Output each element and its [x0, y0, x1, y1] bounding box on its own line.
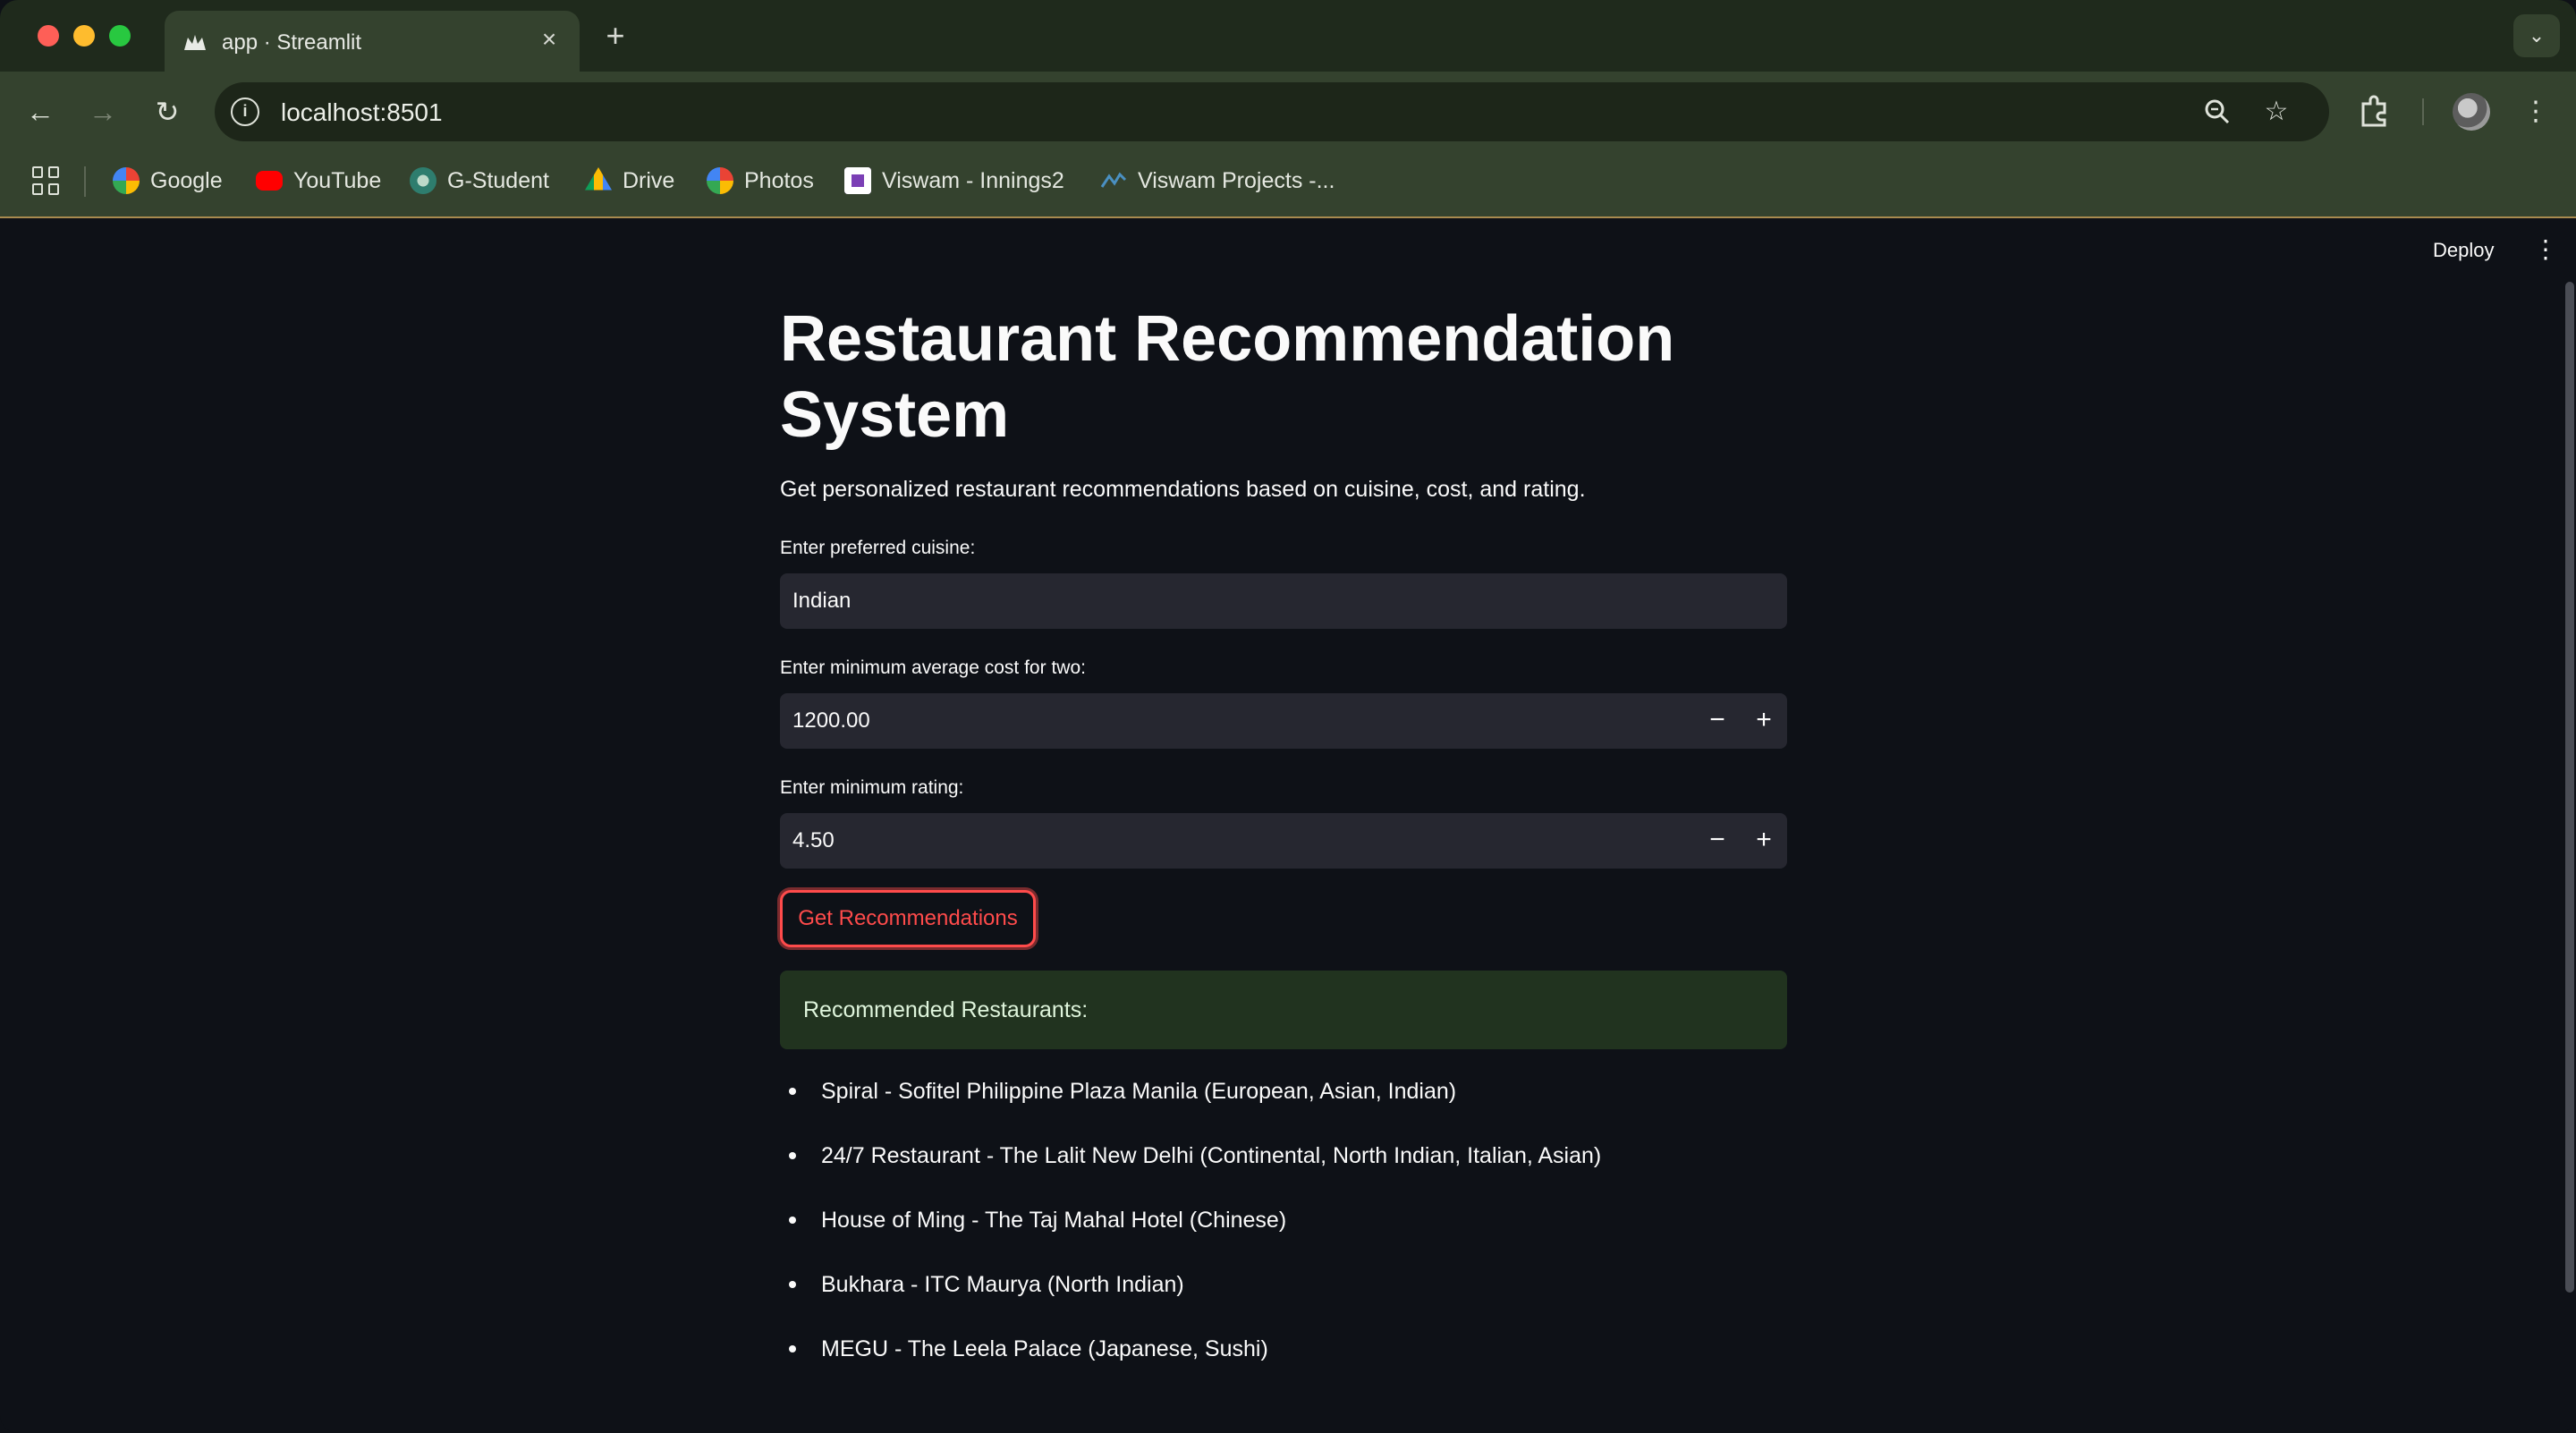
bookmark-google[interactable]: Google — [113, 163, 223, 199]
toolbar: ← → ↻ i localhost:8501 ☆ ⋮ — [0, 72, 2576, 152]
list-item: House of Ming - The Taj Mahal Hotel (Chi… — [780, 1207, 1789, 1271]
success-alert: Recommended Restaurants: — [780, 971, 1787, 1049]
viswam-icon — [844, 167, 871, 194]
toolbar-separator — [2422, 98, 2424, 125]
tab-search-button[interactable]: ⌄ — [2513, 14, 2560, 57]
list-item: Bukhara - ITC Maurya (North Indian) — [780, 1271, 1789, 1335]
google-icon — [113, 167, 140, 194]
main-menu-icon[interactable]: ⋮ — [2533, 233, 2558, 266]
browser-window: app · Streamlit × + ⌄ ← → ↻ i localhost:… — [0, 0, 2576, 1433]
extensions-icon[interactable] — [2354, 91, 2395, 132]
url-text[interactable]: localhost:8501 — [281, 98, 443, 127]
cost-number-input[interactable]: 1200.00 − + — [780, 693, 1787, 749]
rating-number-input[interactable]: 4.50 − + — [780, 813, 1787, 869]
cuisine-label: Enter preferred cuisine: — [780, 538, 976, 558]
site-info-icon[interactable]: i — [231, 98, 259, 126]
cost-increment-button[interactable]: + — [1741, 693, 1787, 749]
bookmark-star-icon[interactable]: ☆ — [2259, 95, 2293, 129]
page-title: Restaurant Recommendation System — [780, 303, 1675, 451]
tab-active[interactable]: app · Streamlit × — [165, 11, 580, 72]
get-recommendations-button[interactable]: Get Recommendations — [780, 890, 1036, 947]
back-button[interactable]: ← — [20, 91, 61, 132]
reload-button[interactable]: ↻ — [147, 91, 188, 132]
rating-increment-button[interactable]: + — [1741, 813, 1787, 869]
close-window-button[interactable] — [38, 25, 59, 47]
bookmark-photos[interactable]: Photos — [707, 163, 814, 199]
deploy-button[interactable]: Deploy — [2433, 239, 2494, 262]
browser-menu-icon[interactable]: ⋮ — [2515, 91, 2556, 132]
new-tab-button[interactable]: + — [597, 18, 633, 54]
close-tab-icon[interactable]: × — [533, 23, 565, 55]
bookmark-youtube[interactable]: YouTube — [256, 163, 381, 199]
zoom-icon[interactable] — [2200, 95, 2234, 129]
viswam-projects-icon — [1100, 172, 1127, 188]
tab-title: app · Streamlit — [222, 30, 362, 55]
cost-decrement-button[interactable]: − — [1694, 693, 1741, 749]
tab-strip: app · Streamlit × + ⌄ — [0, 0, 2576, 72]
minimize-window-button[interactable] — [73, 25, 95, 47]
cost-input-value[interactable]: 1200.00 — [792, 708, 870, 733]
maximize-window-button[interactable] — [109, 25, 131, 47]
bookmark-drive[interactable]: Drive — [585, 163, 674, 199]
streamlit-app: Deploy ⋮ Restaurant Recommendation Syste… — [0, 219, 2576, 1433]
alert-text: Recommended Restaurants: — [803, 997, 1089, 1022]
recommendation-list: Spiral - Sofitel Philippine Plaza Manila… — [780, 1078, 1789, 1400]
cuisine-input-value[interactable]: Indian — [792, 589, 851, 614]
bookmarks-bar: Google YouTube G-Student Drive Photos Vi… — [0, 152, 2576, 218]
bookmark-viswam-innings2[interactable]: Viswam - Innings2 — [844, 163, 1064, 199]
page-subtitle: Get personalized restaurant recommendati… — [780, 477, 1586, 502]
bookmarks-separator — [84, 166, 86, 197]
rating-label: Enter minimum rating: — [780, 777, 964, 798]
forward-button[interactable]: → — [82, 91, 123, 132]
address-bar[interactable]: i localhost:8501 ☆ — [215, 82, 2329, 141]
cost-label: Enter minimum average cost for two: — [780, 657, 1086, 678]
rating-decrement-button[interactable]: − — [1694, 813, 1741, 869]
cuisine-input[interactable]: Indian — [780, 573, 1787, 629]
youtube-icon — [256, 171, 283, 191]
g-student-icon — [410, 167, 436, 194]
profile-avatar[interactable] — [2453, 93, 2490, 131]
list-item: MEGU - The Leela Palace (Japanese, Sushi… — [780, 1335, 1789, 1400]
streamlit-crown-icon — [184, 35, 206, 50]
apps-grid-icon[interactable] — [32, 166, 61, 195]
page-scrollbar[interactable] — [2565, 282, 2574, 1293]
bookmark-g-student[interactable]: G-Student — [410, 163, 549, 199]
list-item: Spiral - Sofitel Philippine Plaza Manila… — [780, 1078, 1789, 1142]
drive-icon — [585, 167, 612, 191]
photos-icon — [707, 167, 733, 194]
rating-input-value[interactable]: 4.50 — [792, 828, 835, 853]
list-item: 24/7 Restaurant - The Lalit New Delhi (C… — [780, 1142, 1789, 1207]
bookmark-viswam-projects[interactable]: Viswam Projects -... — [1100, 163, 1335, 199]
